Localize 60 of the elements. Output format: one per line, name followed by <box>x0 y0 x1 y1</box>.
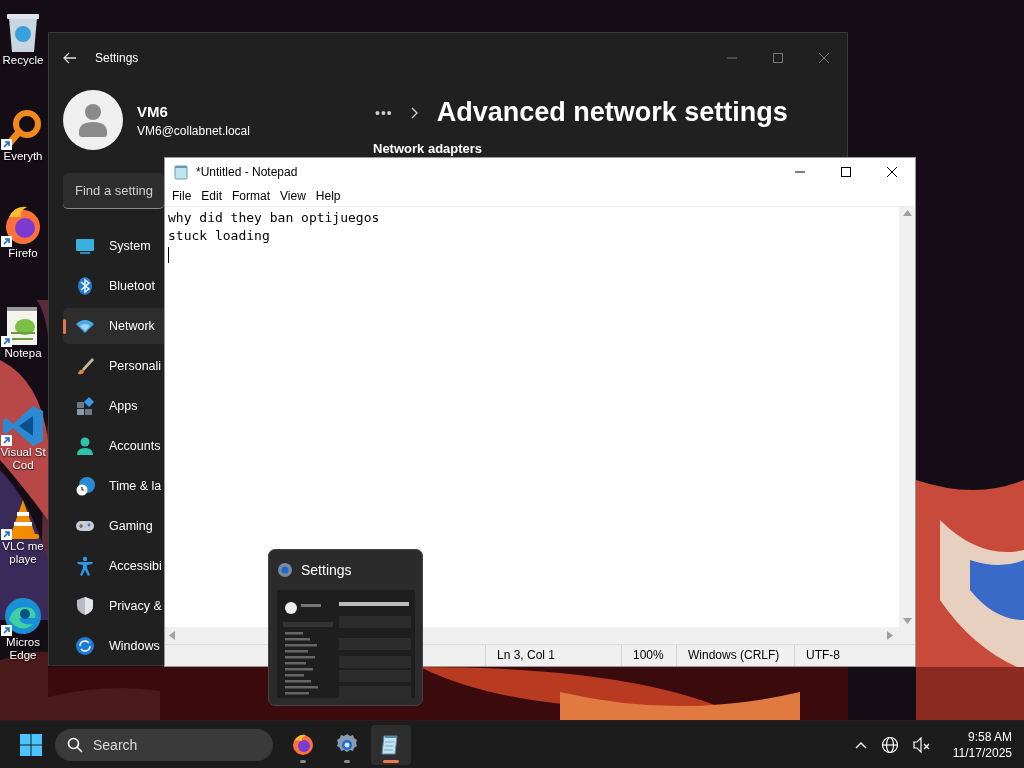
desktop-icon-label[interactable]: Recycle <box>2 54 44 67</box>
close-icon[interactable] <box>819 53 829 63</box>
monitor-icon <box>75 236 95 256</box>
clock-date[interactable]: 11/17/2025 <box>952 744 1012 761</box>
nav-item[interactable]: Network <box>63 308 164 344</box>
menu-item[interactable]: View <box>275 189 311 203</box>
search-field[interactable]: Find a setting <box>63 173 164 209</box>
globe-icon[interactable] <box>880 735 899 754</box>
nav-item[interactable]: Accessibi <box>63 548 164 584</box>
nav-item[interactable]: System <box>63 228 164 264</box>
avatar-icon <box>63 90 123 150</box>
nav-item[interactable]: Time & la <box>63 468 164 504</box>
close-icon <box>887 167 897 177</box>
desktop-icon-label[interactable]: Everyth <box>3 150 43 163</box>
search-icon <box>67 736 83 753</box>
section-heading: Network adapters <box>373 141 484 156</box>
brush-icon <box>75 356 95 376</box>
notepad-icon <box>173 164 189 180</box>
nav-item[interactable]: Windows <box>63 628 164 664</box>
window-title: Settings <box>95 51 139 65</box>
clock-time[interactable]: 9:58 AM <box>967 728 1012 745</box>
page-title: Advanced network settings <box>436 97 788 128</box>
taskbar-app[interactable] <box>371 724 411 765</box>
refresh-icon <box>75 636 95 656</box>
chevron-right-icon <box>410 106 419 119</box>
status-text: Windows (CRLF) <box>676 645 794 666</box>
user-email: VM6@collabnet.local <box>137 123 250 138</box>
nav-item[interactable]: Privacy & <box>63 588 164 624</box>
maximize-icon <box>841 167 851 177</box>
status-text: 100% <box>621 645 676 666</box>
menu-item[interactable]: Help <box>310 189 346 203</box>
maximize-icon[interactable] <box>773 53 783 63</box>
start-icon[interactable] <box>20 733 42 756</box>
window-title: *Untitled - Notepad <box>196 165 298 179</box>
accessibility-icon <box>75 556 95 576</box>
nav-item[interactable]: Gaming <box>63 508 164 544</box>
nav-item[interactable]: Personali <box>63 348 164 384</box>
bluetooth-icon <box>75 276 95 296</box>
nav-item[interactable]: Apps <box>63 388 164 424</box>
gear-icon <box>277 562 293 578</box>
search-field[interactable]: Search <box>55 728 273 761</box>
breadcrumb-overflow[interactable]: ••• <box>375 104 393 121</box>
speaker-muted-icon[interactable] <box>912 736 931 753</box>
menu-item[interactable]: Format <box>227 189 276 203</box>
chevron-up-icon[interactable] <box>854 740 867 749</box>
desktop-icon-label[interactable]: Firefo <box>8 247 38 260</box>
person-icon <box>75 436 95 456</box>
user-name: VM6 <box>137 102 169 120</box>
taskbar-preview[interactable]: Settings <box>268 549 423 706</box>
back-arrow-icon[interactable] <box>63 52 77 64</box>
status-text: Ln 3, Col 1 <box>485 645 621 666</box>
nav-item[interactable]: Bluetoot <box>63 268 164 304</box>
apps-grid-icon <box>75 396 95 416</box>
status-text: UTF-8 <box>794 645 915 666</box>
firefox-icon <box>291 732 315 757</box>
menu-item[interactable]: File <box>167 189 197 203</box>
menu-item[interactable]: Edit <box>196 189 228 203</box>
shield-icon <box>75 596 95 616</box>
nav-item[interactable]: Accounts <box>63 428 164 464</box>
clock-globe-icon <box>75 476 95 496</box>
